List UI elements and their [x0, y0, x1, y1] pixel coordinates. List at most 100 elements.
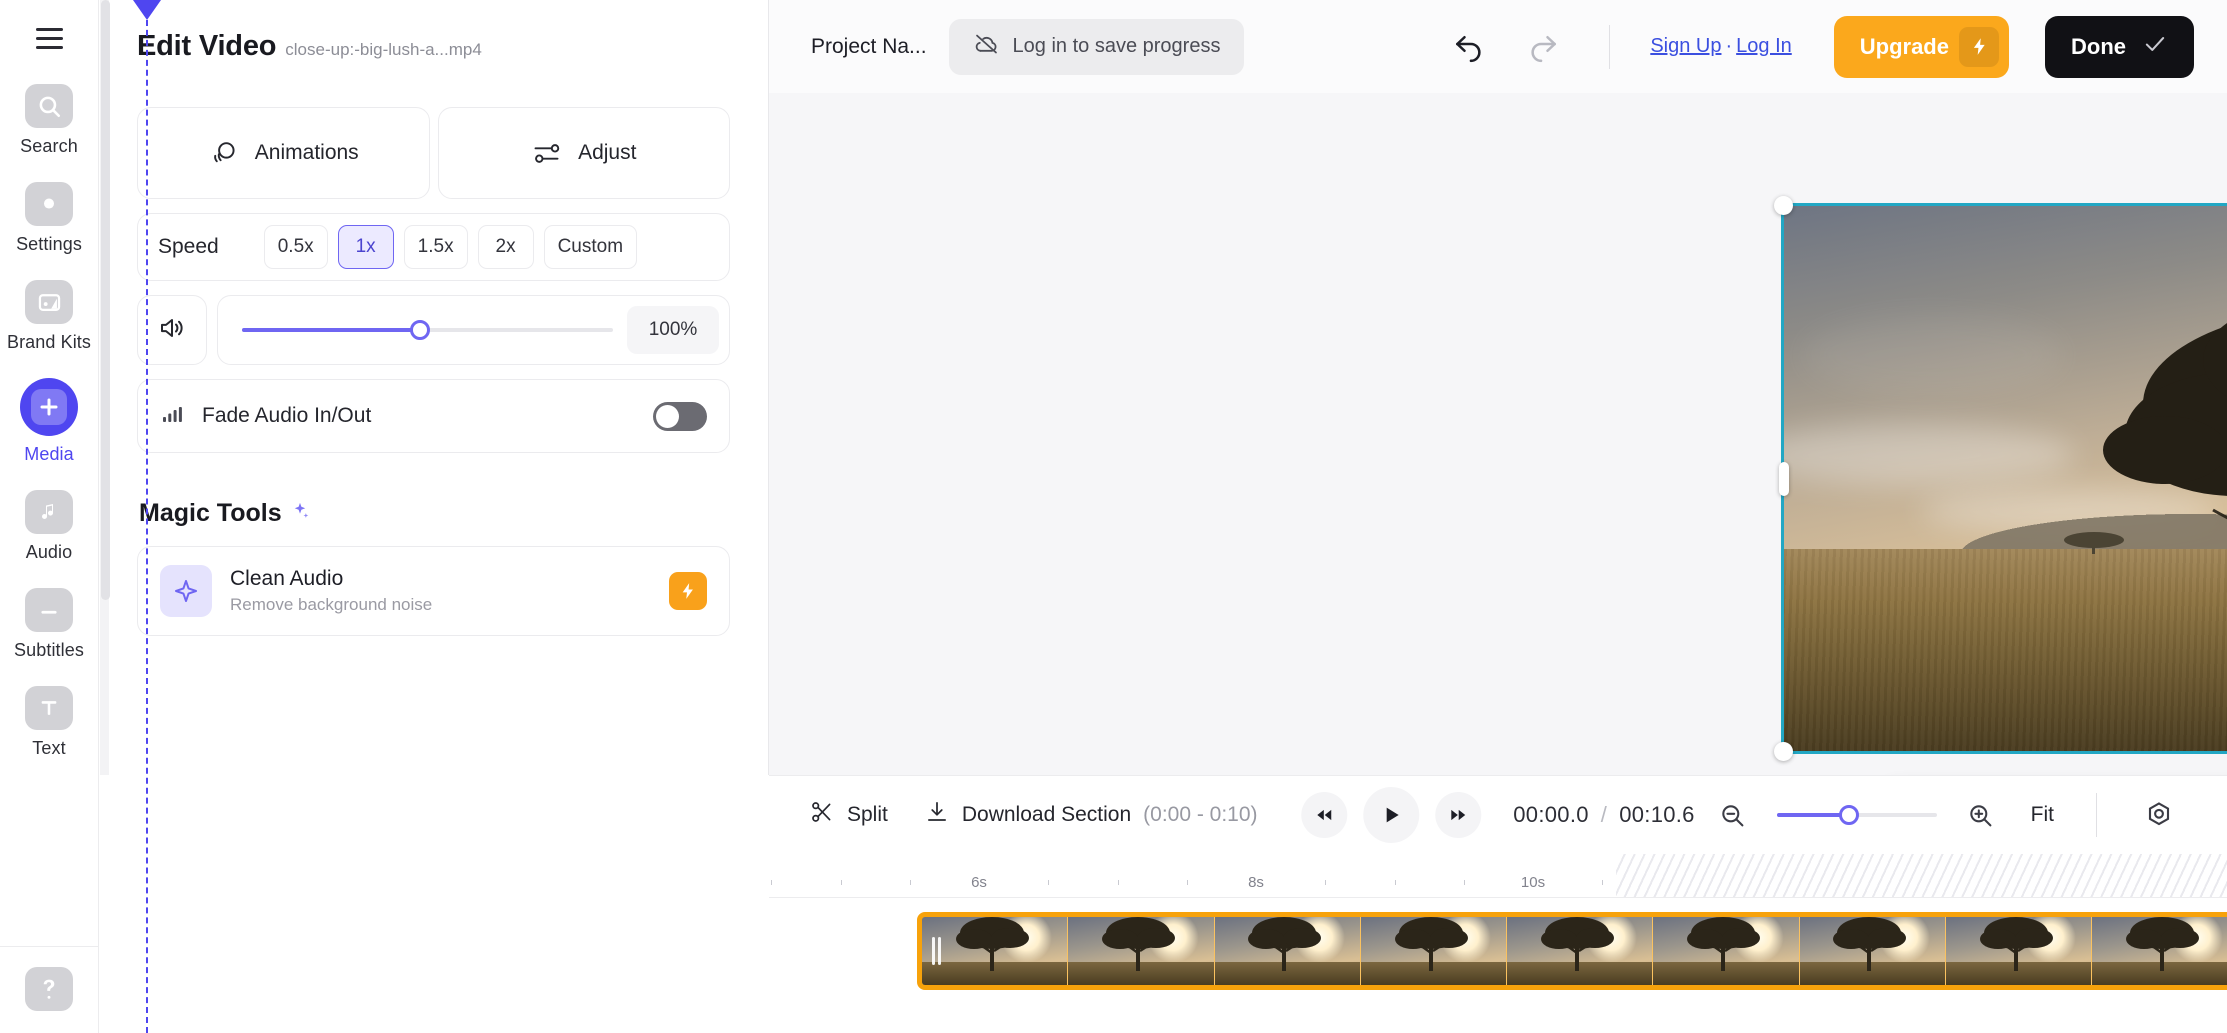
timeline-zoom-slider[interactable]	[1776, 804, 1937, 826]
help-icon	[25, 967, 73, 1011]
undo-icon[interactable]	[1443, 21, 1495, 73]
clip-thumbnail	[1946, 917, 2093, 985]
sign-up-link[interactable]: Sign Up	[1650, 35, 1721, 57]
panel-scrollbar-thumb[interactable]	[101, 0, 110, 600]
project-name[interactable]: Project Na...	[811, 35, 927, 59]
speed-option-1-5x[interactable]: 1.5x	[403, 225, 468, 269]
filename-label: close-up:-big-lush-a...mp4	[285, 40, 482, 59]
video-clip[interactable]	[917, 912, 2227, 990]
help-button[interactable]	[0, 967, 99, 1011]
plus-icon	[20, 378, 78, 436]
speed-card: Speed 0.5x 1x 1.5x 2x Custom	[137, 213, 730, 281]
brand-kits-icon	[25, 280, 73, 324]
clip-thumbnail	[1507, 917, 1654, 985]
volume-slider-knob[interactable]	[410, 320, 431, 340]
sidebar-item-label: Media	[24, 444, 74, 464]
panel-scrollbar-track[interactable]	[100, 0, 110, 775]
timeline-ruler[interactable]: 6s8s10s12s14s	[769, 854, 2227, 898]
log-in-link[interactable]: Log In	[1736, 35, 1792, 57]
resize-handle-bottom-left[interactable]	[1774, 742, 1793, 761]
speed-option-0-5x[interactable]: 0.5x	[263, 225, 328, 269]
ruler-tick	[1117, 880, 1119, 885]
canvas-stage[interactable]: Magic Tools Animation	[769, 93, 2227, 775]
current-time: 00:00.0	[1513, 802, 1589, 827]
animations-button[interactable]: Animations	[137, 107, 430, 199]
time-separator: /	[1600, 802, 1608, 827]
sidebar-item-media[interactable]: Media	[0, 378, 99, 465]
ruler-tick	[1048, 880, 1050, 885]
split-button[interactable]: Split	[809, 799, 888, 831]
fit-button[interactable]: Fit	[2031, 803, 2054, 827]
done-button[interactable]: Done	[2045, 15, 2194, 78]
hamburger-icon[interactable]	[29, 18, 69, 58]
sidebar-item-subtitles[interactable]: Subtitles	[0, 588, 99, 661]
sidebar-item-audio[interactable]: Audio	[0, 490, 99, 563]
scissors-icon	[809, 799, 835, 831]
animation-icon	[208, 138, 239, 169]
sidebar-item-settings[interactable]: Settings	[0, 182, 99, 255]
magic-tool-clean-audio[interactable]: Clean Audio Remove background noise	[137, 546, 730, 636]
magic-tool-title: Clean Audio	[230, 567, 344, 591]
settings-icon	[25, 182, 73, 226]
clip-thumbnail-strip	[922, 917, 2227, 985]
ruler-tick	[909, 880, 911, 885]
sidebar-item-label: Settings	[16, 234, 82, 254]
fade-audio-label: Fade Audio In/Out	[202, 404, 372, 427]
bolt-icon	[669, 572, 707, 610]
download-icon	[924, 799, 950, 831]
ruler-label: 10s	[1520, 874, 1546, 891]
ruler-tick	[1394, 880, 1396, 885]
total-time: 00:10.6	[1619, 802, 1695, 827]
timeline-zoom-knob[interactable]	[1838, 805, 1859, 825]
adjust-label: Adjust	[578, 141, 637, 164]
adjust-button[interactable]: Adjust	[437, 107, 730, 199]
sidebar-item-label: Audio	[25, 542, 73, 562]
ruler-label: 6s	[971, 874, 987, 891]
magic-tool-subtitle: Remove background noise	[230, 594, 433, 614]
primary-actions: Animations Adjust	[137, 107, 730, 199]
zoom-out-icon[interactable]	[1707, 789, 1759, 841]
redo-icon[interactable]	[1517, 21, 1569, 73]
clip-thumbnail	[1799, 917, 1947, 985]
playhead[interactable]	[146, 0, 148, 1033]
gear-icon[interactable]	[2133, 789, 2185, 841]
video-preview[interactable]	[1781, 203, 2227, 754]
timeline-track-area[interactable]	[769, 898, 2227, 1033]
fade-audio-toggle[interactable]	[653, 401, 707, 431]
check-icon	[2142, 31, 2168, 62]
sidebar-item-label: Brand Kits	[6, 332, 92, 352]
sparkle-icon	[160, 565, 212, 617]
sidebar-item-search[interactable]: Search	[0, 84, 99, 157]
subtitles-icon	[25, 588, 73, 632]
auth-links: Sign Up · Log In	[1650, 35, 1791, 58]
properties-panel: Edit Video close-up:-big-lush-a...mp4 An…	[99, 0, 769, 775]
speed-option-2x[interactable]: 2x	[477, 225, 534, 269]
transport-controls: 00:00.0 / 00:10.6	[1301, 787, 1694, 843]
download-section-label: Download Section	[961, 803, 1132, 826]
download-section-button[interactable]: Download Section (0:00 - 0:10)	[924, 799, 1258, 831]
toolbar-divider	[2096, 793, 2097, 837]
sidebar-item-brand-kits[interactable]: Brand Kits	[0, 280, 99, 353]
clip-trim-handle-left[interactable]	[932, 937, 941, 965]
play-icon[interactable]	[1363, 787, 1420, 843]
split-label: Split	[847, 803, 888, 826]
resize-handle-top-left[interactable]	[1774, 196, 1793, 215]
fast-forward-icon[interactable]	[1435, 792, 1482, 838]
speed-option-1x[interactable]: 1x	[337, 225, 394, 269]
video-selection-frame[interactable]	[1774, 196, 2227, 761]
sidebar-item-text[interactable]: Text	[0, 686, 99, 759]
volume-slider[interactable]	[242, 319, 613, 341]
resize-handle-left[interactable]	[1779, 461, 1789, 496]
zoom-in-icon[interactable]	[1955, 789, 2007, 841]
login-to-save-button[interactable]: Log in to save progress	[948, 18, 1245, 75]
rewind-icon[interactable]	[1301, 792, 1348, 838]
upgrade-button[interactable]: Upgrade	[1833, 15, 2009, 78]
panel-header: Edit Video close-up:-big-lush-a...mp4	[137, 30, 730, 63]
rail-divider	[0, 946, 99, 947]
clip-thumbnail	[1360, 917, 1508, 985]
clip-thumbnail	[2092, 917, 2227, 985]
clip-thumbnail	[922, 917, 1069, 985]
auth-separator: ·	[1725, 35, 1733, 57]
speed-option-custom[interactable]: Custom	[543, 225, 638, 269]
speed-label: Speed	[158, 235, 219, 258]
